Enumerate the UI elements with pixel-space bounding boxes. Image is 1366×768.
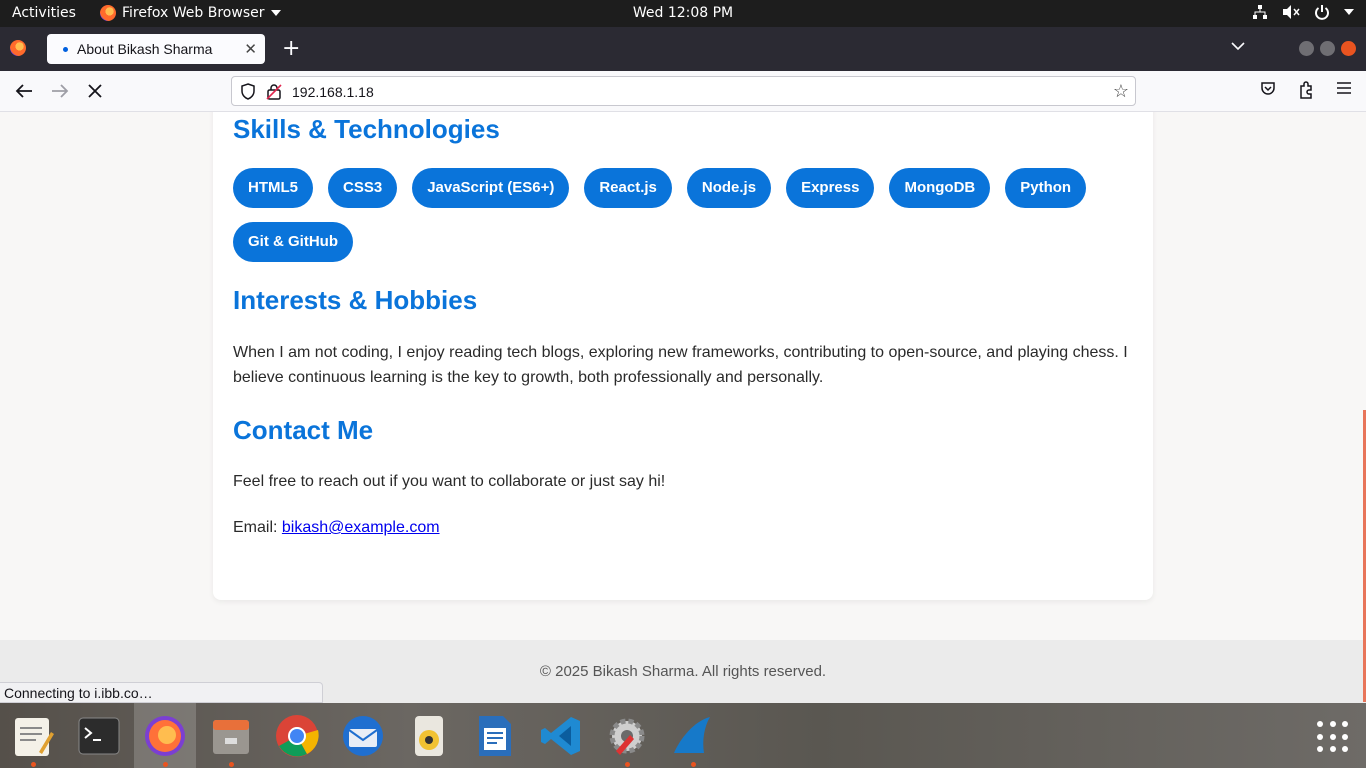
loading-indicator-icon: [63, 46, 68, 52]
navigation-toolbar: 192.168.1.18 ☆: [0, 71, 1366, 112]
clock[interactable]: Wed 12:08 PM: [633, 5, 733, 21]
system-tray[interactable]: [1252, 4, 1354, 20]
skills-list: HTML5 CSS3 JavaScript (ES6+) React.js Node.j…: [233, 168, 1133, 262]
app-menu-label: Firefox Web Browser: [122, 5, 265, 21]
tracking-protection-shield-icon[interactable]: [240, 83, 256, 100]
skill-pill: Git & GitHub: [233, 222, 353, 262]
files-icon[interactable]: [208, 713, 254, 767]
chevron-down-icon: [1344, 9, 1354, 15]
email-label: Email:: [233, 519, 282, 536]
terminal-icon[interactable]: [76, 713, 122, 759]
running-indicator: [625, 762, 630, 767]
bookmark-star-icon[interactable]: ☆: [1113, 81, 1129, 102]
skills-heading: Skills & Technologies: [233, 114, 500, 144]
app-menu[interactable]: Firefox Web Browser: [100, 5, 281, 21]
stop-loading-icon[interactable]: [88, 84, 102, 98]
footer-text: © 2025 Bikash Sharma. All rights reserve…: [539, 663, 827, 680]
list-tabs-icon[interactable]: [1230, 41, 1246, 51]
running-indicator: [691, 762, 696, 767]
interests-heading: Interests & Hobbies: [233, 285, 478, 315]
dock: [0, 703, 1366, 768]
contact-heading: Contact Me: [233, 415, 374, 445]
url-text: 192.168.1.18: [292, 84, 374, 100]
skill-pill: HTML5: [233, 168, 313, 208]
contact-text: Feel free to reach out if you want to co…: [233, 473, 666, 490]
email-line: Email: bikash@example.com: [233, 515, 1133, 540]
rhythmbox-icon[interactable]: [406, 713, 452, 759]
power-icon: [1315, 5, 1329, 20]
page-viewport[interactable]: Skills & Technologies HTML5 CSS3 JavaScrip…: [0, 112, 1366, 703]
settings-icon[interactable]: [604, 713, 650, 767]
volume-muted-icon: [1283, 5, 1300, 19]
forward-arrow-icon[interactable]: [51, 83, 69, 99]
new-tab-button[interactable]: +: [282, 36, 300, 61]
back-arrow-icon[interactable]: [15, 83, 33, 99]
running-indicator: [229, 762, 234, 767]
chrome-icon[interactable]: [274, 713, 320, 759]
skill-pill: Python: [1005, 168, 1087, 208]
hamburger-menu-icon[interactable]: [1336, 81, 1352, 95]
firefox-dock-icon[interactable]: [142, 713, 188, 767]
skill-pill: CSS3: [328, 168, 398, 208]
libreoffice-writer-icon[interactable]: [472, 713, 518, 759]
toolbar-right: [1260, 81, 1352, 99]
window-controls: [1299, 41, 1356, 56]
activities-button[interactable]: Activities: [12, 5, 76, 21]
close-window-button[interactable]: [1341, 41, 1356, 56]
url-bar[interactable]: 192.168.1.18 ☆: [231, 76, 1136, 106]
pocket-icon[interactable]: [1260, 81, 1276, 97]
vscode-icon[interactable]: [538, 713, 584, 759]
extensions-icon[interactable]: [1298, 81, 1314, 99]
skill-pill: Express: [786, 168, 875, 208]
minimize-button[interactable]: [1299, 41, 1314, 56]
network-icon: [1253, 5, 1267, 19]
chevron-down-icon: [270, 10, 281, 16]
skill-pill: Node.js: [686, 168, 772, 208]
show-applications-icon[interactable]: [1317, 721, 1349, 753]
insecure-lock-icon[interactable]: [266, 83, 282, 100]
maximize-button[interactable]: [1320, 41, 1335, 56]
close-tab-icon[interactable]: ✕: [244, 40, 257, 58]
interests-text: When I am not coding, I enjoy reading te…: [233, 344, 1128, 386]
firefox-view-icon[interactable]: [10, 40, 26, 56]
tab-about-bikash[interactable]: About Bikash Sharma ✕: [47, 34, 265, 64]
tab-strip: About Bikash Sharma ✕ +: [0, 27, 1366, 71]
skill-pill: React.js: [584, 168, 672, 208]
text-editor-icon[interactable]: [10, 713, 56, 767]
running-indicator: [163, 762, 168, 767]
thunderbird-icon[interactable]: [340, 713, 386, 759]
tab-title: About Bikash Sharma: [77, 41, 213, 57]
skill-pill: JavaScript (ES6+): [412, 168, 570, 208]
skill-pill: MongoDB: [889, 168, 991, 208]
firefox-icon: [100, 5, 116, 21]
email-link[interactable]: bikash@example.com: [282, 519, 440, 536]
wireshark-icon[interactable]: [670, 713, 716, 767]
running-indicator: [31, 762, 36, 767]
content-card: Skills & Technologies HTML5 CSS3 JavaScrip…: [213, 112, 1153, 600]
status-panel: Connecting to i.ibb.co…: [0, 682, 323, 703]
system-top-bar: Activities Firefox Web Browser Wed 12:08…: [0, 0, 1366, 27]
